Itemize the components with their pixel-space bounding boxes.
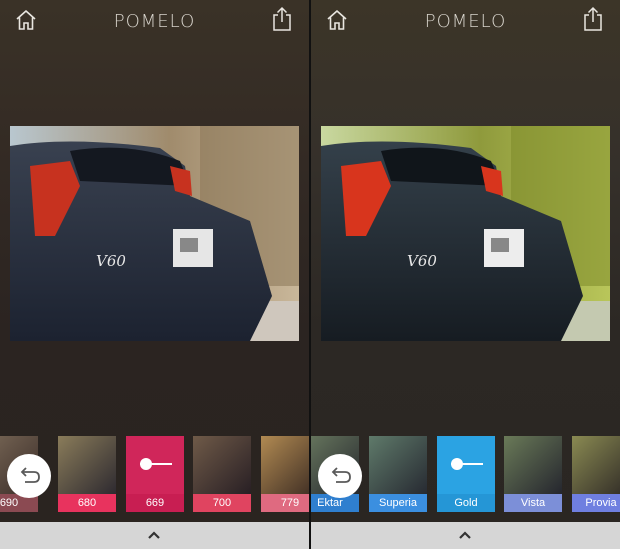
filter-thumb-selected[interactable]: Gold xyxy=(437,436,495,512)
app-title: POMELO xyxy=(113,11,196,32)
bottom-bar[interactable] xyxy=(311,522,620,549)
app-title: POMELO xyxy=(424,11,507,32)
car-badge: V60 xyxy=(407,252,437,270)
chevron-up-icon[interactable] xyxy=(147,530,161,540)
filter-thumb[interactable]: 680 xyxy=(58,436,116,512)
photo-preview: V60 xyxy=(321,126,610,341)
share-icon[interactable] xyxy=(271,6,293,32)
filter-thumb[interactable]: Vista xyxy=(504,436,562,512)
filter-thumb-selected[interactable]: 669 xyxy=(126,436,184,512)
undo-button[interactable] xyxy=(7,454,51,498)
undo-button[interactable] xyxy=(318,454,362,498)
share-icon[interactable] xyxy=(582,6,604,32)
photo-preview: V60 xyxy=(10,126,299,341)
undo-icon xyxy=(331,467,351,483)
filter-thumb[interactable]: Superia xyxy=(369,436,427,512)
chevron-up-icon[interactable] xyxy=(458,530,472,540)
filter-thumb[interactable]: 779 xyxy=(261,436,309,512)
editor-panel-right: POMELO V60 Ektar Superia Gold Vista Prov… xyxy=(311,0,620,549)
bottom-bar[interactable] xyxy=(0,522,309,549)
editor-panel-left: POMELO V60 690 680 669 700 779 xyxy=(0,0,309,549)
car-badge: V60 xyxy=(96,252,126,270)
slider-knob[interactable] xyxy=(451,458,463,470)
filter-thumb[interactable]: 700 xyxy=(193,436,251,512)
undo-icon xyxy=(20,467,40,483)
filter-thumb[interactable]: Provia xyxy=(572,436,620,512)
slider-knob[interactable] xyxy=(140,458,152,470)
